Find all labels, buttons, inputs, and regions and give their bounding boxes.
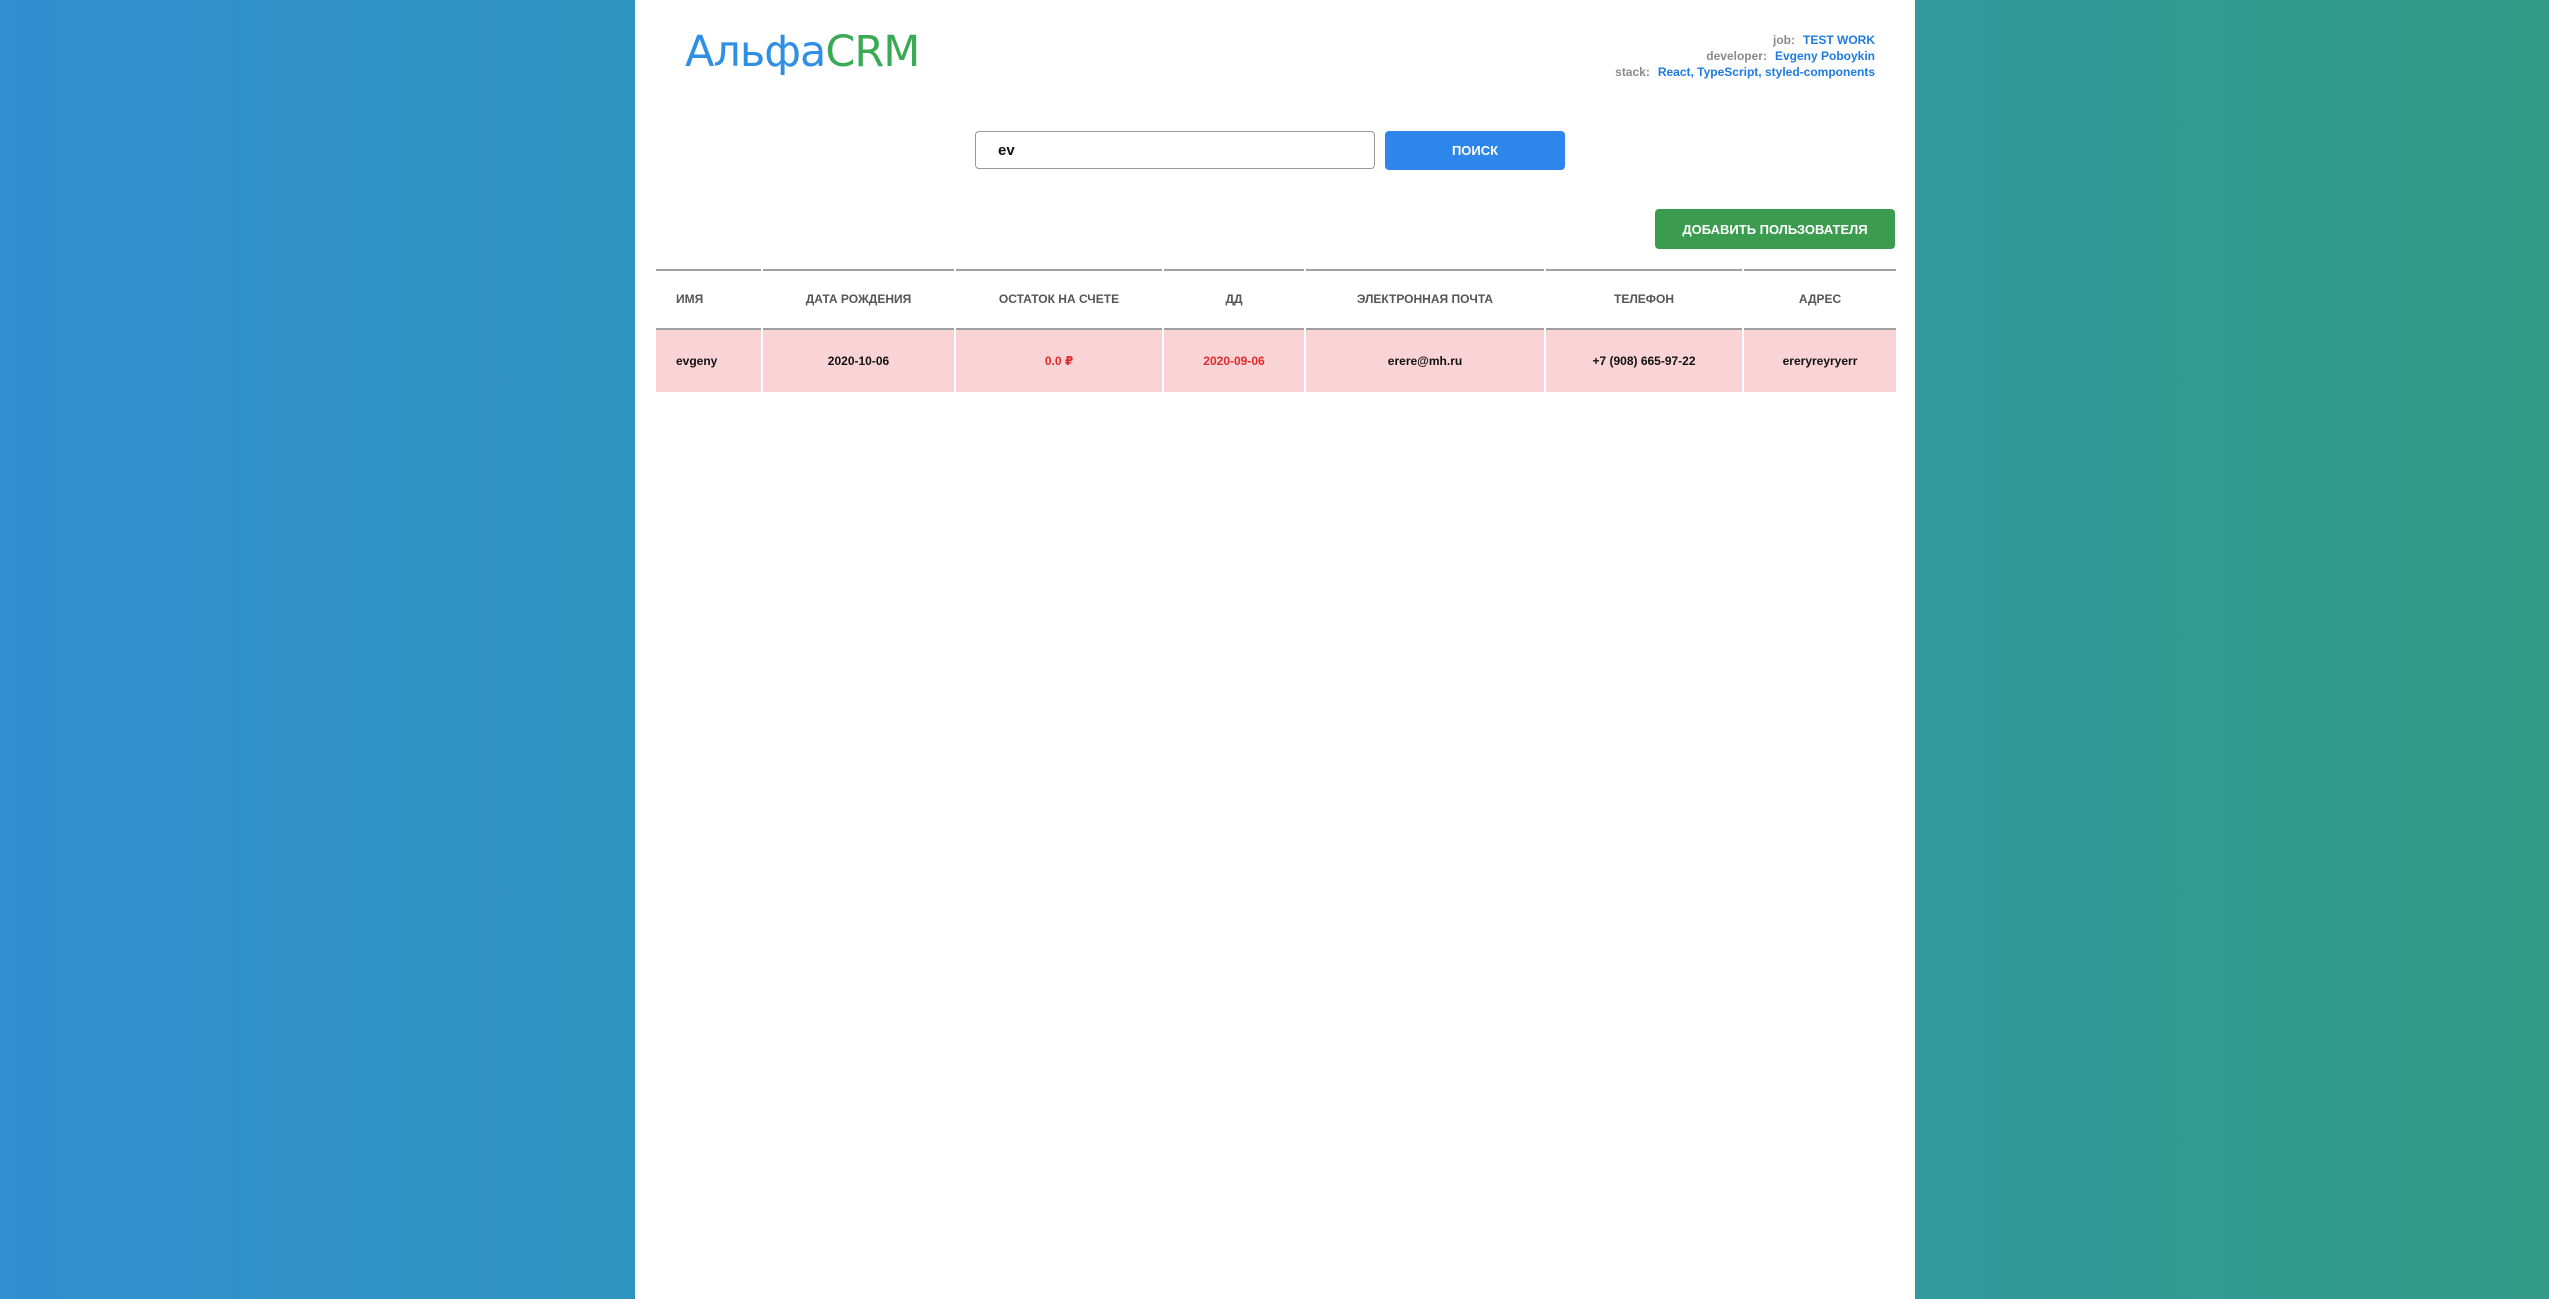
cell-email: erere@mh.ru bbox=[1306, 330, 1544, 392]
search-input[interactable] bbox=[976, 132, 1374, 168]
table-header-row: Имя Дата рождения Остаток на счете ДД Эл… bbox=[656, 269, 1896, 330]
column-header-name[interactable]: Имя bbox=[656, 269, 761, 330]
meta-stack-value: React, TypeScript, styled-components bbox=[1657, 65, 1875, 79]
meta-job-value: TEST WORK bbox=[1803, 33, 1875, 47]
column-header-dd[interactable]: ДД bbox=[1164, 269, 1304, 330]
meta-job: job: TEST WORK bbox=[1615, 32, 1875, 48]
add-user-button[interactable]: Добавить пользователя bbox=[1655, 209, 1895, 249]
cell-phone: +7 (908) 665-97-22 bbox=[1546, 330, 1742, 392]
column-header-phone[interactable]: Телефон bbox=[1546, 269, 1742, 330]
meta-stack: stack: React, TypeScript, styled-componen… bbox=[1615, 64, 1875, 80]
users-table: Имя Дата рождения Остаток на счете ДД Эл… bbox=[656, 269, 1896, 392]
column-header-email[interactable]: Электронная почта bbox=[1306, 269, 1544, 330]
logo-text-alfa: Альфа bbox=[685, 27, 826, 77]
cell-dd: 2020-09-06 bbox=[1164, 330, 1304, 392]
project-info: job: TEST WORK developer: Evgeny Poboykin … bbox=[1615, 32, 1875, 80]
cell-balance: 0.0 ₽ bbox=[956, 330, 1162, 392]
column-header-address[interactable]: Адрес bbox=[1744, 269, 1896, 330]
main-page: АльфаCRM job: TEST WORK developer: Evgeny … bbox=[635, 0, 1915, 1299]
search-field bbox=[975, 131, 1375, 169]
column-header-balance[interactable]: Остаток на счете bbox=[956, 269, 1162, 330]
cell-name: evgeny bbox=[656, 330, 761, 392]
cell-birth-date: 2020-10-06 bbox=[763, 330, 954, 392]
search-button[interactable]: Поиск bbox=[1385, 131, 1565, 170]
app-logo: АльфаCRM bbox=[685, 22, 920, 82]
meta-developer-label: developer: bbox=[1706, 49, 1767, 63]
meta-stack-label: stack: bbox=[1615, 65, 1650, 79]
column-header-birth-date[interactable]: Дата рождения bbox=[763, 269, 954, 330]
table-row[interactable]: evgeny 2020-10-06 0.0 ₽ 2020-09-06 erere… bbox=[656, 330, 1896, 392]
cell-address: ereryreyryerr bbox=[1744, 330, 1896, 392]
logo-text-crm: CRM bbox=[825, 27, 920, 77]
meta-developer-value: Evgeny Poboykin bbox=[1774, 49, 1875, 63]
meta-developer: developer: Evgeny Poboykin bbox=[1615, 48, 1875, 64]
meta-job-label: job: bbox=[1773, 33, 1795, 47]
